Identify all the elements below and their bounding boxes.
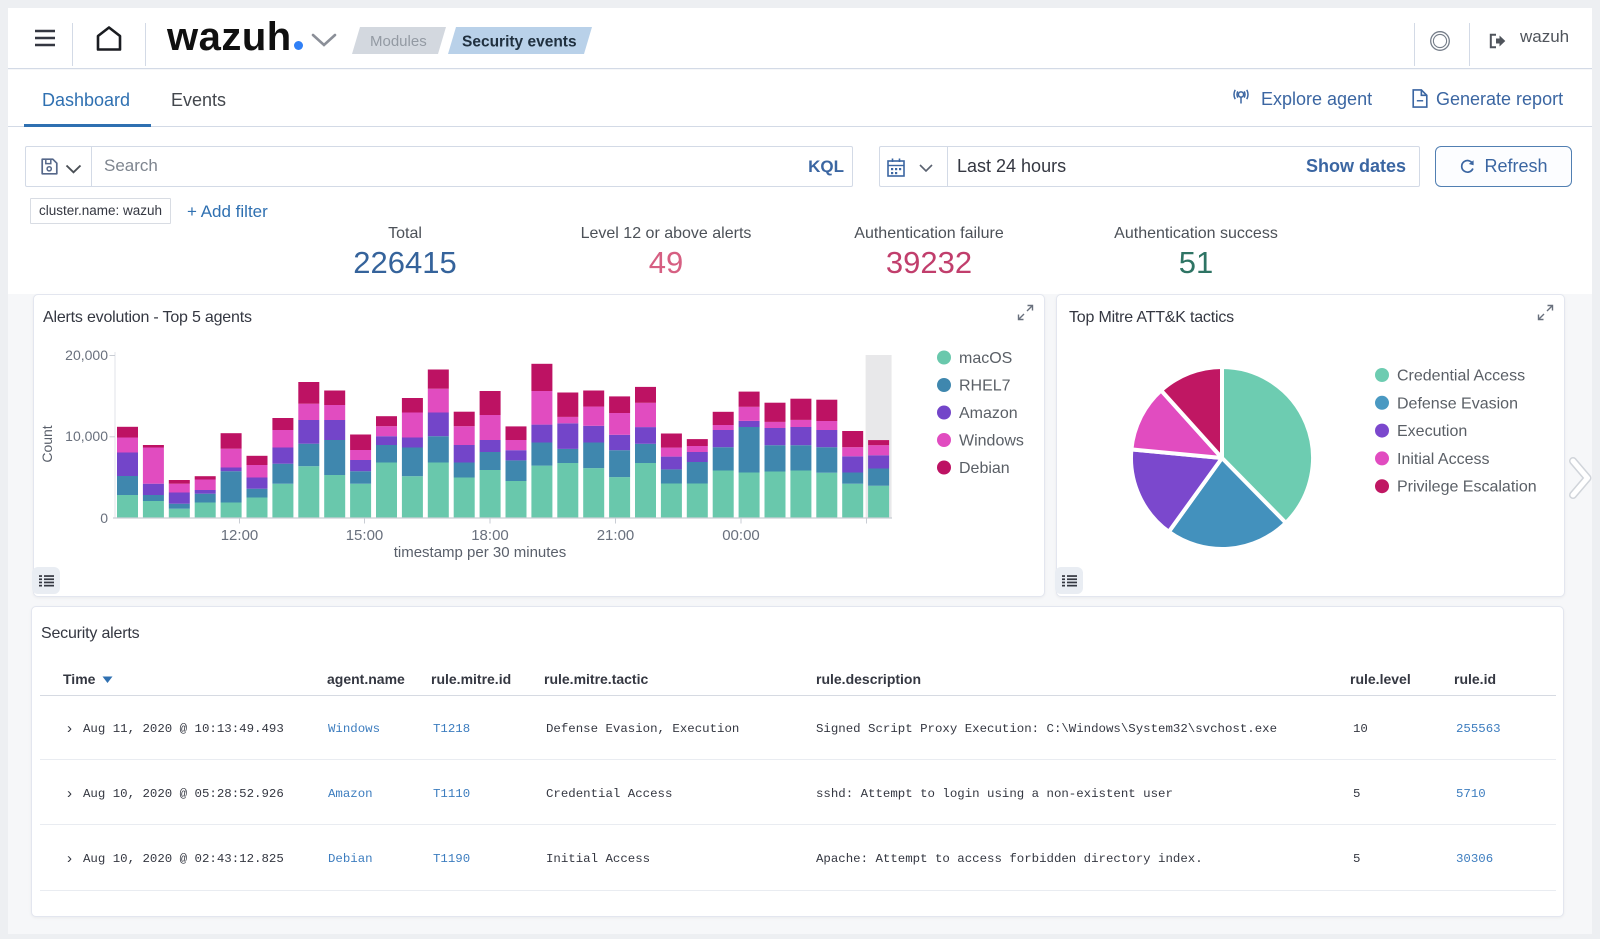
svg-text:20,000: 20,000 [65, 347, 108, 363]
svg-text:Defense Evasion: Defense Evasion [1397, 395, 1518, 412]
svg-text:Initial Access: Initial Access [1397, 451, 1489, 468]
svg-text:10,000: 10,000 [65, 428, 108, 444]
svg-text:RHEL7: RHEL7 [959, 378, 1011, 395]
svg-text:Windows: Windows [959, 433, 1024, 450]
svg-text:18:00: 18:00 [471, 527, 509, 544]
svg-text:Amazon: Amazon [959, 405, 1018, 422]
svg-text:0: 0 [100, 510, 108, 526]
svg-text:Count: Count [39, 425, 55, 462]
svg-text:Modules: Modules [370, 33, 427, 50]
svg-text:12:00: 12:00 [221, 527, 259, 544]
svg-text:Credential Access: Credential Access [1397, 368, 1525, 385]
svg-text:00:00: 00:00 [722, 527, 760, 544]
svg-text:timestamp per 30 minutes: timestamp per 30 minutes [394, 544, 567, 561]
svg-text:Privilege Escalation: Privilege Escalation [1397, 479, 1537, 496]
svg-text:15:00: 15:00 [346, 527, 384, 544]
svg-text:Debian: Debian [959, 460, 1010, 477]
svg-text:Execution: Execution [1397, 423, 1467, 440]
svg-text:macOS: macOS [959, 350, 1012, 367]
svg-text:Security events: Security events [462, 34, 577, 51]
svg-text:21:00: 21:00 [597, 527, 635, 544]
